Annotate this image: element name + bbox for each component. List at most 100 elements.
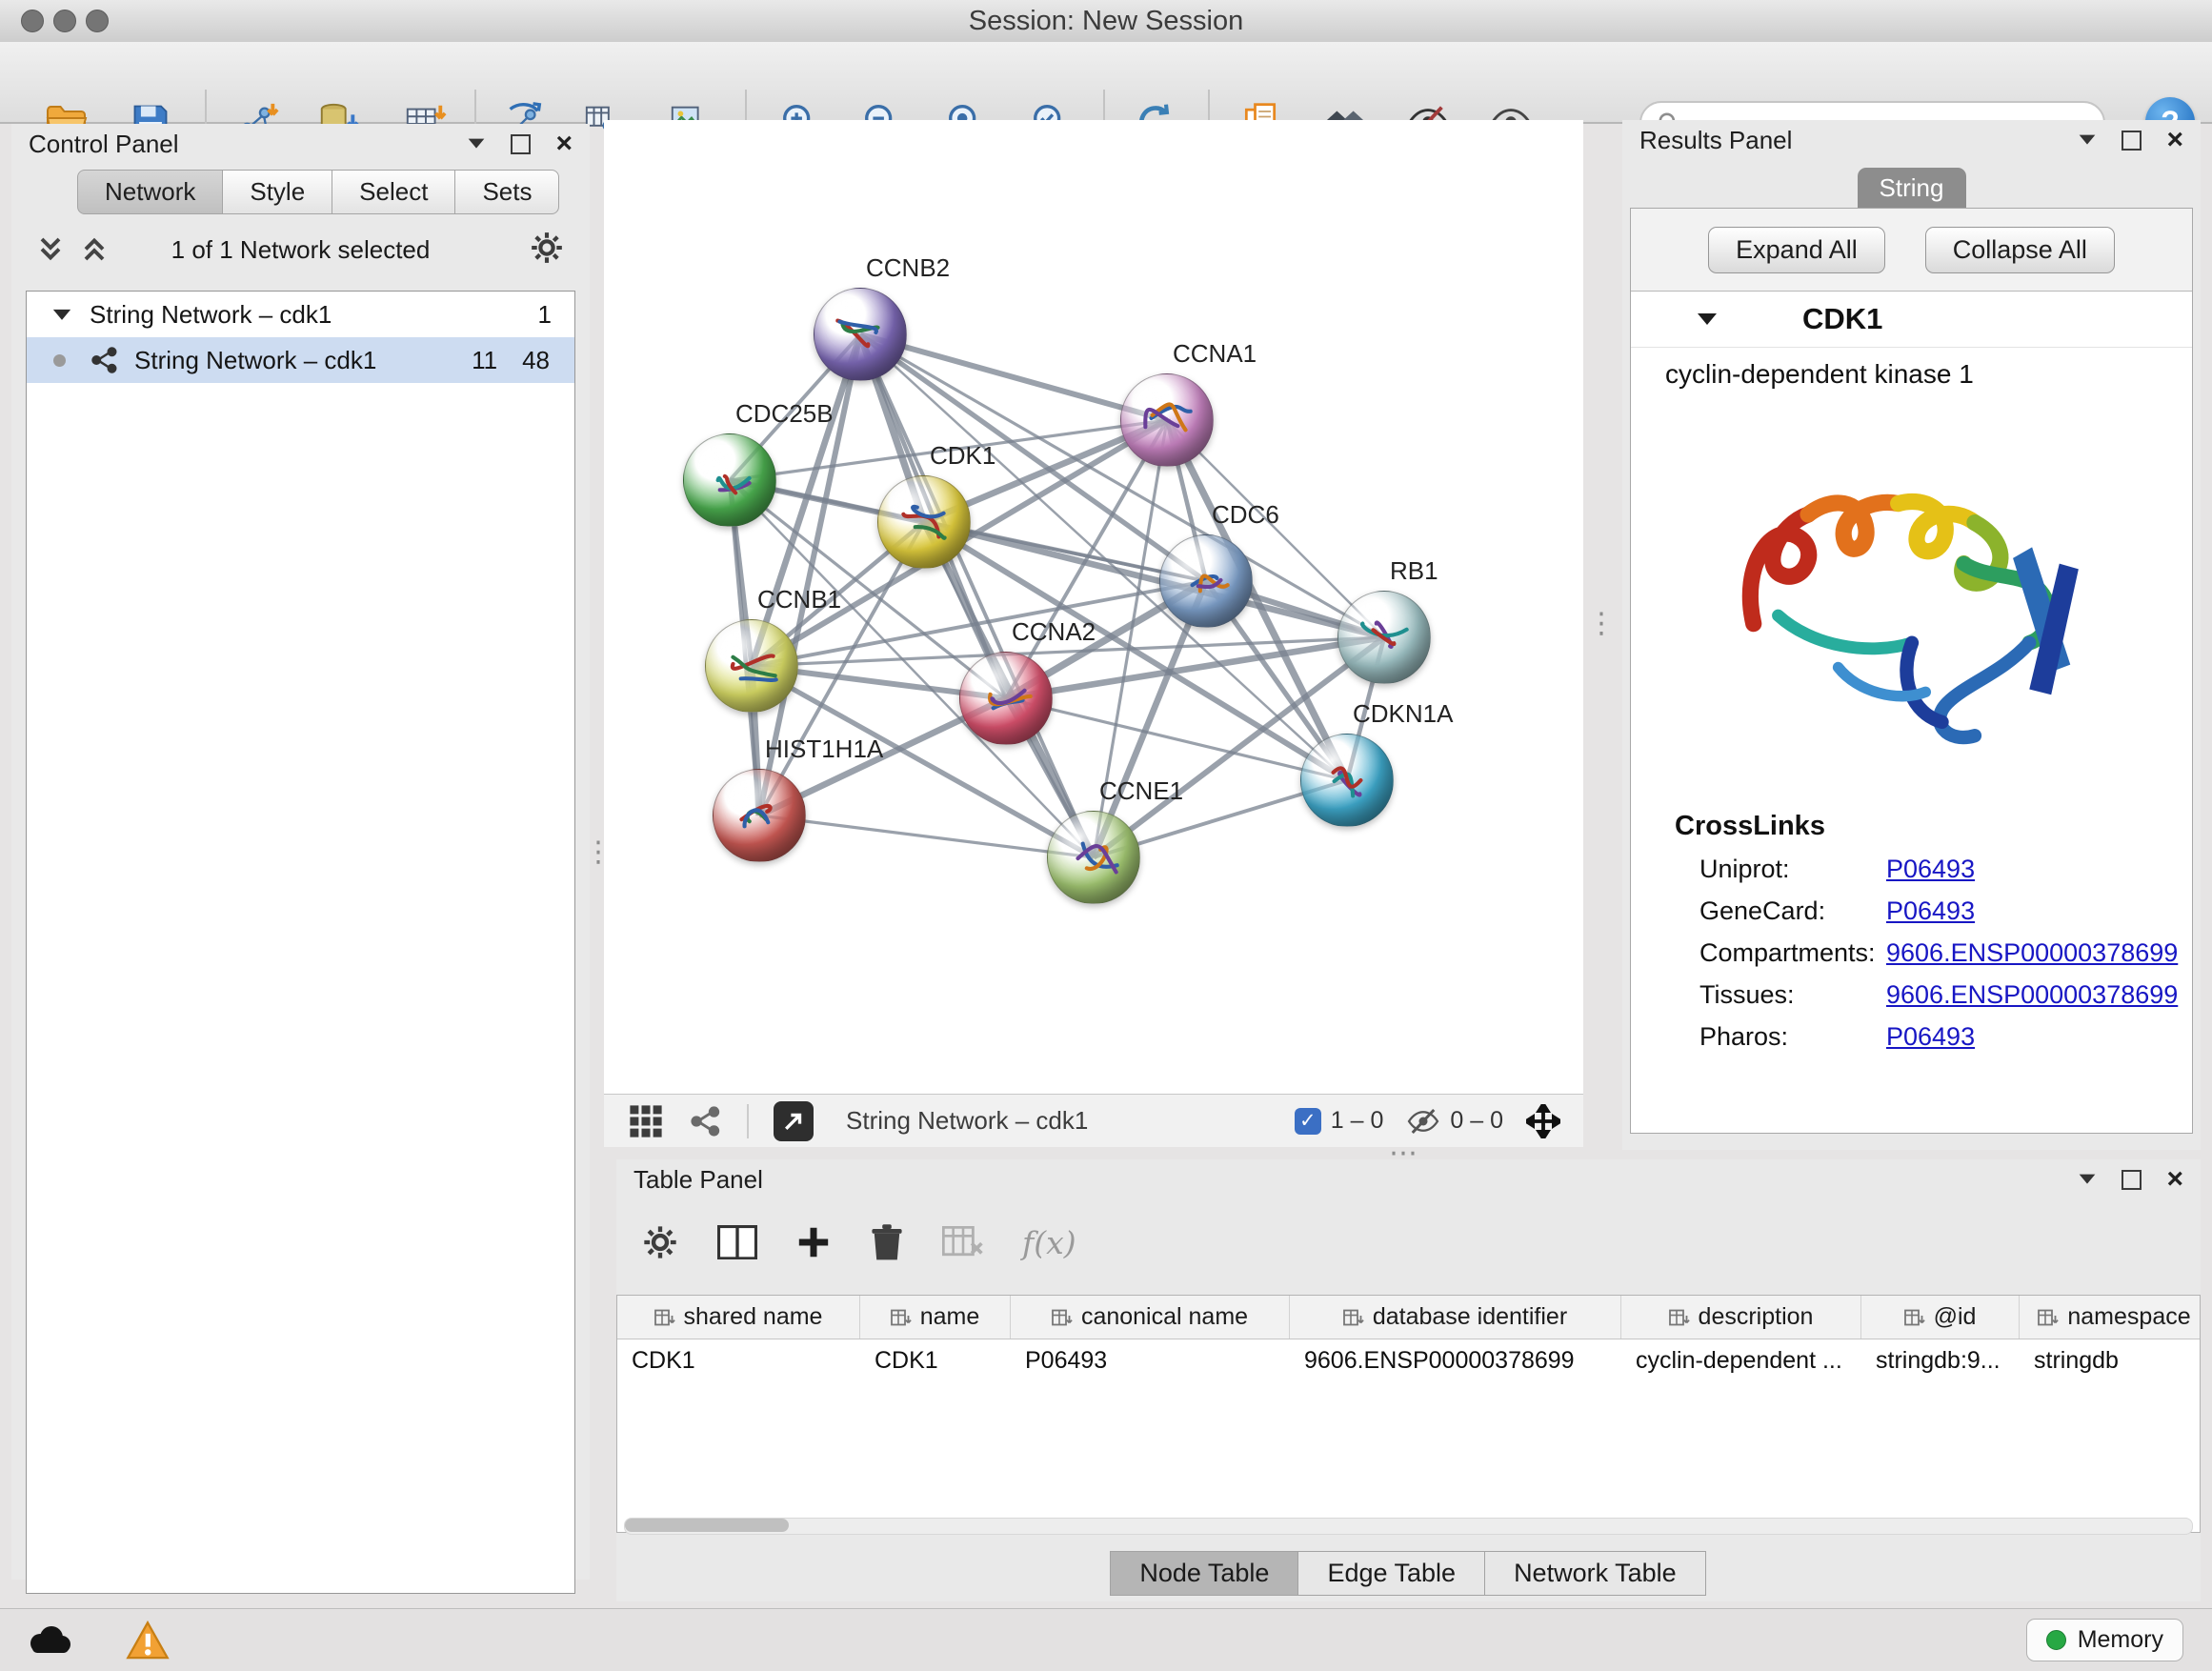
tab-style[interactable]: Style xyxy=(222,170,332,214)
node-label-CDC6: CDC6 xyxy=(1212,500,1279,530)
function-builder-button[interactable]: f(x) xyxy=(1022,1224,1076,1261)
column-type-icon xyxy=(1669,1309,1690,1326)
gear-icon xyxy=(529,230,565,266)
crosslink-row: Tissues:9606.ENSP00000378699 xyxy=(1699,980,2192,1010)
selected-checkbox-icon[interactable]: ✓ xyxy=(1295,1108,1321,1135)
table-gear-button[interactable] xyxy=(641,1223,679,1261)
share-network-icon[interactable] xyxy=(690,1105,722,1137)
section-collapse-triangle-icon[interactable] xyxy=(1696,312,1719,327)
panel-collapse-icon[interactable] xyxy=(2078,133,2097,146)
panel-collapse-icon[interactable] xyxy=(467,137,486,150)
table-cell: CDK1 xyxy=(617,1339,860,1382)
column-header-label: database identifier xyxy=(1373,1303,1567,1331)
crosslink-value-link[interactable]: P06493 xyxy=(1886,896,1975,926)
column-header-shared-name[interactable]: shared name xyxy=(617,1296,860,1339)
network-node-CCNB2[interactable] xyxy=(814,288,907,381)
tab-edge-table[interactable]: Edge Table xyxy=(1297,1551,1485,1596)
network-node-CDC6[interactable] xyxy=(1159,534,1253,628)
column-header-canonical-name[interactable]: canonical name xyxy=(1011,1296,1290,1339)
column-header-database-identifier[interactable]: database identifier xyxy=(1290,1296,1621,1339)
crosslink-row: GeneCard:P06493 xyxy=(1699,896,2192,926)
tab-sets[interactable]: Sets xyxy=(454,170,559,214)
tab-network[interactable]: Network xyxy=(77,170,223,214)
network-node-CDC25B[interactable] xyxy=(683,433,776,527)
node-label-CCNB1: CCNB1 xyxy=(757,585,841,614)
crosslink-row: Uniprot:P06493 xyxy=(1699,855,2192,884)
network-node-CDKN1A[interactable] xyxy=(1300,734,1394,827)
control-panel: Control Panel × NetworkStyleSelectSets 1… xyxy=(11,124,590,1580)
cloud-icon[interactable] xyxy=(25,1624,74,1657)
tree-expand-triangle-icon[interactable] xyxy=(51,308,72,322)
tab-select[interactable]: Select xyxy=(332,170,455,214)
network-node-CDK1[interactable] xyxy=(877,475,971,569)
add-column-button[interactable] xyxy=(795,1224,832,1260)
table-panel-title: Table Panel xyxy=(633,1165,763,1195)
warning-icon[interactable] xyxy=(126,1621,170,1660)
network-node-CCNA2[interactable] xyxy=(959,652,1053,745)
network-node-CCNE1[interactable] xyxy=(1047,811,1140,904)
tab-string[interactable]: String xyxy=(1858,168,1966,208)
collapse-all-button[interactable]: Collapse All xyxy=(1925,227,2115,273)
column-header-description[interactable]: description xyxy=(1621,1296,1861,1339)
protein-ribbon-svg xyxy=(1707,411,2117,782)
open-in-new-window-button[interactable] xyxy=(774,1101,814,1141)
table-horizontal-scrollbar[interactable] xyxy=(624,1518,2193,1535)
network-row-selected[interactable]: String Network – cdk1 11 48 xyxy=(27,337,574,383)
delete-table-button-disabled[interactable] xyxy=(942,1226,984,1258)
network-node-RB1[interactable] xyxy=(1337,591,1431,684)
column-header-label: @id xyxy=(1934,1303,1977,1331)
crosslink-value-link[interactable]: 9606.ENSP00000378699 xyxy=(1886,980,2178,1010)
memory-status-dot xyxy=(2046,1630,2066,1650)
crosslink-value-link[interactable]: P06493 xyxy=(1886,1022,1975,1052)
network-node-CCNB1[interactable] xyxy=(705,619,798,713)
table-row[interactable]: CDK1CDK1P064939606.ENSP00000378699cyclin… xyxy=(617,1339,2200,1382)
table-panel: Table Panel × f(x) shared namenamecanoni… xyxy=(616,1159,2201,1601)
node-label-RB1: RB1 xyxy=(1390,556,1438,586)
column-type-icon xyxy=(2038,1309,2059,1326)
grid-view-icon[interactable] xyxy=(629,1104,663,1138)
results-panel-header: Results Panel × xyxy=(1622,120,2201,160)
table-cell: stringdb:9... xyxy=(1861,1339,2020,1382)
network-node-HIST1H1A[interactable] xyxy=(713,769,806,862)
string-results-box: Expand All Collapse All CDK1 cyclin-depe… xyxy=(1630,208,2193,1134)
crosslink-value-link[interactable]: 9606.ENSP00000378699 xyxy=(1886,938,2178,968)
protein-section: CDK1 cyclin-dependent kinase 1 xyxy=(1631,292,2192,1133)
panel-float-icon[interactable] xyxy=(2122,1170,2142,1190)
protein-section-header[interactable]: CDK1 xyxy=(1631,292,2192,348)
hidden-eye-icon[interactable] xyxy=(1406,1104,1440,1138)
network-node-CCNA1[interactable] xyxy=(1120,373,1214,467)
hidden-counts: 0 – 0 xyxy=(1450,1107,1503,1135)
tab-network-table[interactable]: Network Table xyxy=(1484,1551,1706,1596)
panel-float-icon[interactable] xyxy=(511,134,531,154)
panel-collapse-icon[interactable] xyxy=(2078,1173,2097,1185)
crosslink-label: Compartments: xyxy=(1699,938,1879,968)
network-canvas[interactable]: CCNB2CCNA1CDC25BCDK1CDC6RB1CCNB1CCNA2CDK… xyxy=(604,120,1583,1094)
crosshair-icon[interactable] xyxy=(1526,1104,1560,1138)
vertical-resize-handle[interactable]: ⋮ xyxy=(1587,610,1616,638)
column-header--id[interactable]: @id xyxy=(1861,1296,2020,1339)
results-buttons-row: Expand All Collapse All xyxy=(1631,209,2192,292)
network-options-button[interactable] xyxy=(529,230,565,271)
show-columns-button[interactable] xyxy=(717,1225,757,1259)
panel-close-icon[interactable]: × xyxy=(555,130,573,158)
memory-button[interactable]: Memory xyxy=(2026,1619,2183,1661)
column-header-label: description xyxy=(1699,1303,1814,1331)
scrollbar-thumb[interactable] xyxy=(625,1519,789,1532)
panel-close-icon[interactable]: × xyxy=(2166,126,2183,154)
network-edge[interactable] xyxy=(759,815,1094,857)
network-collection-row[interactable]: String Network – cdk1 1 xyxy=(27,292,574,337)
column-header-name[interactable]: name xyxy=(860,1296,1011,1339)
column-header-namespace[interactable]: namespace xyxy=(2020,1296,2201,1339)
column-type-icon xyxy=(891,1309,912,1326)
crosslink-label: GeneCard: xyxy=(1699,896,1879,926)
delete-column-button[interactable] xyxy=(870,1223,904,1262)
network-row-label: String Network – cdk1 xyxy=(134,346,376,375)
crosslink-value-link[interactable]: P06493 xyxy=(1886,855,1975,884)
expand-all-button[interactable]: Expand All xyxy=(1708,227,1885,273)
panel-float-icon[interactable] xyxy=(2122,131,2142,151)
panel-close-icon[interactable]: × xyxy=(2166,1165,2183,1194)
tab-node-table[interactable]: Node Table xyxy=(1110,1551,1298,1596)
network-edge[interactable] xyxy=(860,334,1094,857)
vertical-resize-handle[interactable]: ⋮ xyxy=(584,838,613,867)
column-type-icon xyxy=(1052,1309,1073,1326)
